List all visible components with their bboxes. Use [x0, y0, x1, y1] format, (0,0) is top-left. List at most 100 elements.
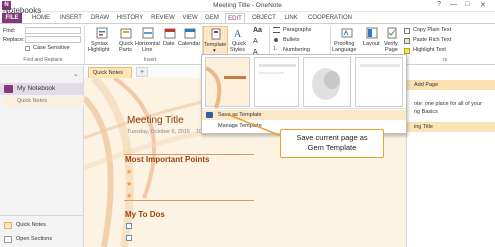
template-thumbnail-art	[259, 64, 296, 74]
page-list-item[interactable]: ng Basics	[414, 109, 438, 115]
verify-page-icon	[387, 27, 397, 39]
bullets-icon	[274, 38, 278, 42]
minimize-icon[interactable]: —	[450, 1, 457, 8]
help-icon[interactable]: ?	[437, 1, 441, 8]
bullets-button[interactable]: Bullets	[283, 37, 300, 43]
paragraphs-button[interactable]: Paragraphs	[283, 27, 311, 33]
paste-rich-text-button[interactable]: Paste Rich Text	[413, 37, 451, 43]
quick-styles-button[interactable]: A Quick Styles	[229, 26, 249, 56]
tab-edit[interactable]: EDIT	[225, 13, 245, 23]
star-icon: ★	[126, 181, 133, 188]
quick-styles-label-2: Styles	[230, 47, 245, 53]
template-button[interactable]: Template ▾	[203, 26, 228, 55]
page-title[interactable]: Meeting Title	[127, 115, 184, 126]
template-thumbnail[interactable]	[355, 57, 403, 107]
template-thumbnail[interactable]	[303, 57, 351, 107]
callout-pointer	[226, 113, 282, 137]
quick-parts-button[interactable]: Quick Parts	[117, 26, 135, 56]
pin-icon[interactable]: ⫠	[74, 72, 78, 79]
find-replace-group-label: Find and Replace	[23, 57, 63, 63]
calendar-icon	[184, 28, 196, 39]
notebook-name: My Notebook	[17, 85, 56, 92]
case-sensitive-label: Case Sensitive	[33, 45, 70, 51]
maximize-icon[interactable]: □	[465, 1, 469, 8]
svg-text:A: A	[234, 29, 242, 39]
copy-plain-text-button[interactable]: Copy Plain Text	[413, 27, 451, 33]
right-group-label: rs	[442, 57, 448, 63]
heading-my-to-dos[interactable]: My To Dos	[125, 210, 165, 219]
replace-input[interactable]	[25, 36, 81, 43]
nav-quick-notes[interactable]: Quick Notes	[16, 222, 46, 228]
syntax-highlight-icon	[96, 27, 108, 39]
paste-rich-text-icon	[404, 38, 410, 44]
quick-parts-icon	[120, 28, 132, 39]
highlight-text-button[interactable]: Highlight Text	[413, 47, 446, 53]
tab-review[interactable]: REVIEW	[150, 13, 176, 23]
todo-checkbox[interactable]	[126, 223, 132, 229]
section-name: Quick Notes	[17, 98, 47, 104]
open-sections-icon	[4, 236, 12, 243]
date-button[interactable]: Date	[162, 26, 178, 56]
page-date: Tuesday, October 6, 2015	[127, 129, 190, 135]
layout-button[interactable]: Layout	[362, 26, 382, 56]
page-list-item[interactable]: ote: one place for all of your	[414, 101, 482, 107]
tab-draw[interactable]: DRAW	[90, 13, 110, 23]
template-thumbnail-art	[312, 68, 340, 100]
proofing-language-button[interactable]: Proofing Language	[332, 26, 362, 56]
close-icon[interactable]: ✕	[480, 1, 486, 9]
tab-cooperation[interactable]: COOPERATION	[305, 13, 355, 23]
ribbon-tab-bar: FILE HOME INSERT DRAW HISTORY REVIEW VIE…	[0, 12, 495, 23]
replace-label: Replace:	[3, 37, 25, 43]
find-input[interactable]	[25, 27, 81, 34]
syntax-highlight-label-2: Highlight	[88, 47, 110, 53]
nav-divider	[0, 215, 84, 216]
horizontal-line-button[interactable]: Horizontal Line	[135, 26, 161, 56]
nav-open-sections[interactable]: Open Sections	[16, 236, 52, 242]
font-grow-icon[interactable]: A	[253, 38, 258, 45]
quick-parts-label-2: Parts	[119, 47, 132, 53]
template-thumbnail-art	[204, 66, 246, 109]
tab-link[interactable]: LINK	[282, 13, 300, 23]
layout-icon	[366, 27, 378, 39]
notebook-icon	[4, 85, 13, 93]
tab-gem[interactable]: GEM	[204, 13, 220, 23]
tab-view[interactable]: VIEW	[181, 13, 199, 23]
section-tab-label: Quick Notes	[93, 70, 123, 76]
template-thumbnail[interactable]	[204, 57, 250, 109]
notebooks-title: Notebooks	[3, 6, 42, 15]
template-thumbnail[interactable]	[254, 57, 299, 107]
add-page-label: Add Page	[414, 82, 439, 88]
callout-text-line1: Save current page as	[296, 133, 368, 142]
quick-styles-icon: A	[234, 29, 242, 39]
calendar-label: Calendar	[178, 41, 201, 47]
template-thumbnail-art	[360, 64, 400, 67]
quick-notes-icon	[4, 222, 12, 229]
tab-history[interactable]: HISTORY	[116, 13, 144, 23]
font-size-icon[interactable]: Aa	[253, 27, 262, 34]
verify-page-label-2: Page	[385, 47, 398, 53]
date-label: Date	[163, 41, 175, 47]
layout-label: Layout	[363, 41, 380, 47]
menu-separator	[202, 108, 406, 109]
date-icon	[164, 28, 176, 39]
calendar-button[interactable]: Calendar	[178, 26, 202, 56]
numbering-button[interactable]: Numbering	[283, 47, 310, 53]
star-icon: ★	[126, 169, 133, 176]
copy-plain-text-icon	[404, 28, 410, 34]
add-section-button[interactable]: +	[136, 67, 148, 77]
proofing-language-icon	[341, 28, 353, 38]
case-sensitive-checkbox[interactable]	[25, 46, 30, 51]
proofing-language-label-2: Language	[332, 47, 357, 53]
syntax-highlight-button[interactable]: Syntax Highlight	[87, 26, 117, 56]
template-icon	[211, 28, 221, 40]
horizontal-line-label-2: Line	[142, 47, 153, 53]
verify-page-button[interactable]: Verify Page	[382, 26, 402, 56]
page-list-item-label: ing Title	[414, 124, 433, 130]
todo-checkbox[interactable]	[126, 235, 132, 241]
numbering-icon: 1.	[273, 46, 278, 52]
tab-insert[interactable]: INSERT	[59, 13, 83, 23]
ribbon-separator	[84, 26, 85, 64]
pages-pane	[406, 66, 495, 247]
heading-most-important-points[interactable]: Most Important Points	[125, 155, 209, 164]
tab-object[interactable]: OBJECT	[251, 13, 277, 23]
